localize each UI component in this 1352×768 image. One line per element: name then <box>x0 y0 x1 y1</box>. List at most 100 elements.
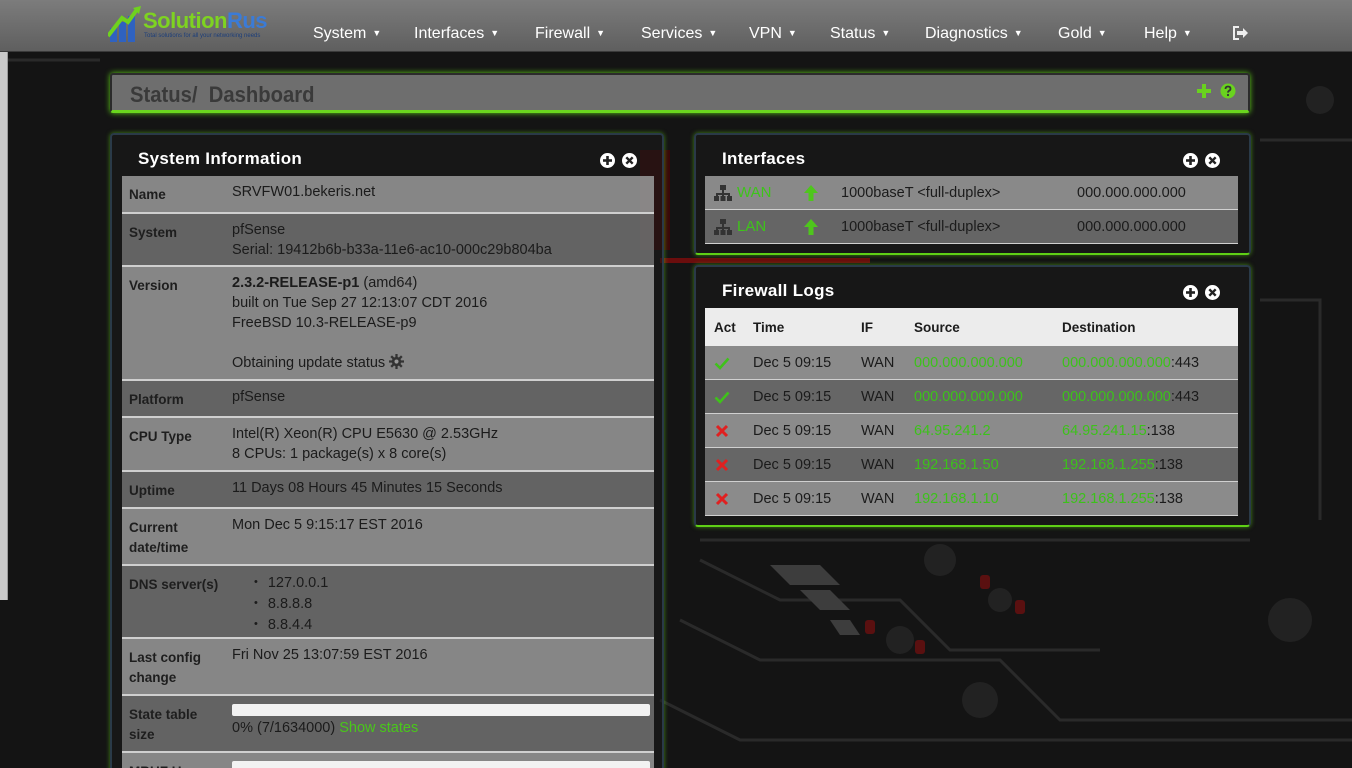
system-value: pfSense <box>232 222 286 238</box>
mbuf-progress-bar <box>232 761 650 768</box>
nav-firewall[interactable]: Firewall ▼ <box>535 25 605 43</box>
platform-value: pfSense <box>232 389 286 405</box>
row-label: Name <box>129 187 166 202</box>
top-navbar: SolutionRus Total solutions for all your… <box>0 0 1352 52</box>
table-row: LAN 1000baseT <full-duplex> 000.000.000.… <box>705 210 1238 244</box>
table-row: Last config change Fri Nov 25 13:07:59 ES… <box>122 639 654 696</box>
caret-down-icon: ▼ <box>1097 28 1107 38</box>
left-window-edge <box>0 0 8 600</box>
brand-logo[interactable]: SolutionRus Total solutions for all your… <box>108 4 288 44</box>
row-label: Version <box>129 278 178 293</box>
nav-diagnostics[interactable]: Diagnostics ▼ <box>925 25 1023 43</box>
interface-link-lan[interactable]: LAN <box>737 218 803 235</box>
source-ip-link[interactable]: 192.168.1.50 <box>914 457 1062 473</box>
breadcrumb: Status/ Dashboard <box>110 73 1250 113</box>
status-up-icon <box>804 218 818 235</box>
nav-system[interactable]: System ▼ <box>313 25 381 43</box>
dns-server-list: 127.0.0.1 8.8.8.8 8.8.4.4 <box>232 572 654 635</box>
version-value: 2.3.2-RELEASE-p1 <box>232 275 360 291</box>
gear-icon <box>389 354 405 369</box>
update-status-text: Obtaining update status <box>232 355 386 371</box>
uptime-value: 11 Days 08 Hours 45 Minutes 15 Seconds <box>232 480 503 496</box>
nav-help[interactable]: Help ▼ <box>1144 25 1192 43</box>
check-icon[interactable] <box>714 355 730 371</box>
interface-link-wan[interactable]: WAN <box>737 184 803 201</box>
dest-ip-link[interactable]: 192.168.1.255 <box>1062 491 1155 507</box>
source-ip-link[interactable]: 000.000.000.000 <box>914 389 1062 405</box>
system-info-table: Name SRVFW01.bekeris.net System pfSense … <box>122 176 654 768</box>
help-icon[interactable] <box>1220 83 1236 99</box>
caret-down-icon: ▼ <box>881 28 891 38</box>
close-widget-icon[interactable] <box>1205 153 1220 168</box>
firewall-logs-table: Act Time IF Source Destination Dec 5 09:… <box>705 308 1238 516</box>
breadcrumb-page: Dashboard <box>208 82 315 107</box>
dest-ip-link[interactable]: 192.168.1.255 <box>1062 457 1155 473</box>
table-row: Current date/time Mon Dec 5 9:15:17 EST 2… <box>122 509 654 566</box>
network-icon <box>714 218 732 235</box>
table-row: State table size 0% (7/1634000) Show stat… <box>122 696 654 753</box>
state-table-progress-bar <box>232 704 650 716</box>
table-row: DNS server(s) 127.0.0.1 8.8.8.8 8.8.4.4 <box>122 566 654 639</box>
expand-widget-icon[interactable] <box>600 153 615 168</box>
caret-down-icon: ▼ <box>490 28 500 38</box>
table-row: Dec 5 09:15 WAN 192.168.1.10 192.168.1.2… <box>705 482 1238 516</box>
interfaces-panel: Interfaces WAN 1000baseT <full-duplex> 0… <box>694 133 1251 255</box>
hostname-value: SRVFW01.bekeris.net <box>232 184 376 200</box>
block-x-icon[interactable] <box>714 457 730 473</box>
row-label: CPU Type <box>129 429 192 444</box>
row-label: State table size <box>129 707 198 742</box>
dest-ip-link[interactable]: 000.000.000.000 <box>1062 389 1171 405</box>
row-label: Platform <box>129 392 184 407</box>
datetime-value: Mon Dec 5 9:15:17 EST 2016 <box>232 517 423 533</box>
network-icon <box>714 184 732 201</box>
source-ip-link[interactable]: 192.168.1.10 <box>914 491 1062 507</box>
table-row: Dec 5 09:15 WAN 192.168.1.50 192.168.1.2… <box>705 448 1238 482</box>
nav-interfaces[interactable]: Interfaces ▼ <box>414 25 499 43</box>
dest-ip-link[interactable]: 64.95.241.15 <box>1062 423 1147 439</box>
brand-name: SolutionRus <box>143 8 268 33</box>
caret-down-icon: ▼ <box>372 28 382 38</box>
table-header: Act Time IF Source Destination <box>705 308 1238 346</box>
list-item: 8.8.8.8 <box>254 593 654 614</box>
table-row: System pfSense Serial: 19412b6b-b33a-11e… <box>122 214 654 267</box>
table-row: Uptime 11 Days 08 Hours 45 Minutes 15 Se… <box>122 472 654 509</box>
nav-gold[interactable]: Gold ▼ <box>1058 25 1107 43</box>
row-label: Current date/time <box>129 520 189 555</box>
panel-title: System Information <box>138 149 303 168</box>
row-label: Last config change <box>129 650 202 685</box>
caret-down-icon: ▼ <box>1013 28 1023 38</box>
table-row: Version 2.3.2-RELEASE-p1 (amd64) built o… <box>122 267 654 381</box>
caret-down-icon: ▼ <box>1182 28 1192 38</box>
state-table-value: 0% (7/1634000) <box>232 720 336 736</box>
cpu-value: Intel(R) Xeon(R) CPU E5630 @ 2.53GHz <box>232 426 499 442</box>
nav-services[interactable]: Services ▼ <box>641 25 717 43</box>
row-label: DNS server(s) <box>129 577 219 592</box>
table-row: MBUF Usage <box>122 753 654 768</box>
close-widget-icon[interactable] <box>622 153 637 168</box>
source-ip-link[interactable]: 64.95.241.2 <box>914 423 1062 439</box>
interfaces-table: WAN 1000baseT <full-duplex> 000.000.000.… <box>705 176 1238 244</box>
table-row: Dec 5 09:15 WAN 64.95.241.2 64.95.241.15… <box>705 414 1238 448</box>
add-widget-icon[interactable] <box>1196 83 1212 99</box>
firewall-logs-panel: Firewall Logs Act Time IF Source Destina… <box>694 265 1251 527</box>
breadcrumb-section[interactable]: Status <box>130 82 192 107</box>
caret-down-icon: ▼ <box>596 28 606 38</box>
caret-down-icon: ▼ <box>708 28 718 38</box>
block-x-icon[interactable] <box>714 491 730 507</box>
check-icon[interactable] <box>714 389 730 405</box>
table-row: Name SRVFW01.bekeris.net <box>122 176 654 214</box>
close-widget-icon[interactable] <box>1205 285 1220 300</box>
dest-ip-link[interactable]: 000.000.000.000 <box>1062 355 1171 371</box>
table-row: Dec 5 09:15 WAN 000.000.000.000 000.000.… <box>705 346 1238 380</box>
nav-status[interactable]: Status ▼ <box>830 25 890 43</box>
source-ip-link[interactable]: 000.000.000.000 <box>914 355 1062 371</box>
block-x-icon[interactable] <box>714 423 730 439</box>
panel-title: Interfaces <box>722 149 806 168</box>
logout-icon[interactable] <box>1231 25 1249 41</box>
show-states-link[interactable]: Show states <box>339 720 418 736</box>
list-item: 8.8.4.4 <box>254 614 654 635</box>
expand-widget-icon[interactable] <box>1183 285 1198 300</box>
nav-vpn[interactable]: VPN ▼ <box>749 25 797 43</box>
row-label: MBUF Usage <box>122 753 224 768</box>
expand-widget-icon[interactable] <box>1183 153 1198 168</box>
